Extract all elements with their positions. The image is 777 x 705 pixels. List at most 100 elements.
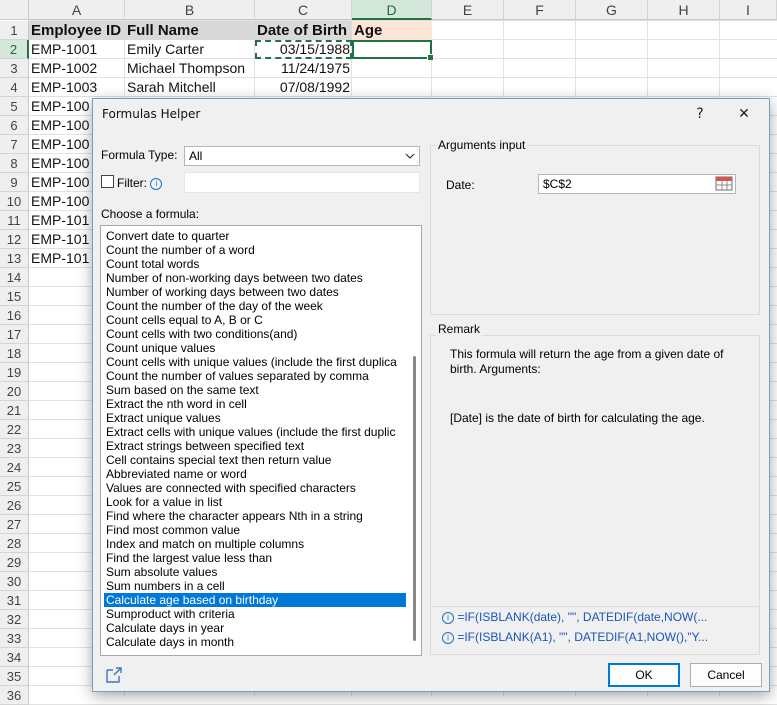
external-link-icon[interactable] (104, 665, 124, 685)
row-header-11[interactable]: 11 (0, 211, 29, 230)
row-header-19[interactable]: 19 (0, 363, 29, 382)
scrollbar-thumb[interactable] (413, 356, 416, 641)
formula-list-item[interactable]: Number of non-working days between two d… (104, 271, 406, 285)
column-header-a[interactable]: A (29, 0, 125, 20)
formula-list-item[interactable]: Count the number of a word (104, 243, 406, 257)
formula-list-item[interactable]: Sum absolute values (104, 565, 406, 579)
filter-input[interactable] (184, 172, 420, 193)
row-header-16[interactable]: 16 (0, 306, 29, 325)
employee-id-cell[interactable]: EMP-1003 (29, 78, 125, 97)
formula-list-item[interactable]: Extract strings between specified text (104, 439, 406, 453)
formula-list-item[interactable]: Sumproduct with criteria (104, 607, 406, 621)
formula-list-item[interactable]: Extract cells with unique values (includ… (104, 425, 406, 439)
row-header-23[interactable]: 23 (0, 439, 29, 458)
formula-list-item[interactable]: Look for a value in list (104, 495, 406, 509)
listbox-scrollbar[interactable] (408, 226, 421, 655)
date-argument-input[interactable]: $C$2 (538, 174, 736, 194)
row-header-18[interactable]: 18 (0, 344, 29, 363)
formula-list-item[interactable]: Count cells with two conditions(and) (104, 327, 406, 341)
cell-b1[interactable]: Full Name (125, 21, 255, 40)
column-header-e[interactable]: E (432, 0, 504, 20)
formula-list-item[interactable]: Count cells equal to A, B or C (104, 313, 406, 327)
cancel-button[interactable]: Cancel (690, 663, 762, 687)
formula-list-item[interactable]: Sum numbers in a cell (104, 579, 406, 593)
employee-id-cell[interactable]: EMP-1001 (29, 40, 125, 59)
help-button[interactable]: ? (686, 103, 714, 125)
formula-list-item[interactable]: Extract unique values (104, 411, 406, 425)
row-header-34[interactable]: 34 (0, 648, 29, 667)
range-select-icon[interactable] (715, 176, 733, 191)
formula-type-dropdown[interactable]: All (184, 146, 420, 166)
formula-list-item[interactable]: Count the number of values separated by … (104, 369, 406, 383)
row-header-32[interactable]: 32 (0, 610, 29, 629)
row-header-13[interactable]: 13 (0, 249, 29, 268)
formula-list-item[interactable]: Cell contains special text then return v… (104, 453, 406, 467)
row-header-8[interactable]: 8 (0, 154, 29, 173)
cell-c1[interactable]: Date of Birth (255, 21, 352, 40)
row-header-17[interactable]: 17 (0, 325, 29, 344)
formula-list-item[interactable]: Values are connected with specified char… (104, 481, 406, 495)
info-icon[interactable]: i (150, 177, 163, 190)
row-header-4[interactable]: 4 (0, 78, 29, 97)
formula-list-item[interactable]: Abbreviated name or word (104, 467, 406, 481)
dialog-titlebar[interactable]: Formulas Helper ? ✕ (93, 99, 769, 129)
column-header-f[interactable]: F (504, 0, 576, 20)
employee-id-cell[interactable]: EMP-1002 (29, 59, 125, 78)
row-header-22[interactable]: 22 (0, 420, 29, 439)
close-button[interactable]: ✕ (730, 103, 758, 125)
column-header-h[interactable]: H (648, 0, 720, 20)
row-header-31[interactable]: 31 (0, 591, 29, 610)
formula-list-item[interactable]: Index and match on multiple columns (104, 537, 406, 551)
formula-list-item[interactable]: Find the largest value less than (104, 551, 406, 565)
formula-list-item[interactable]: Count total words (104, 257, 406, 271)
formula-list-item[interactable]: Extract the nth word in cell (104, 397, 406, 411)
row-header-10[interactable]: 10 (0, 192, 29, 211)
formula-list-item[interactable]: Sum based on the same text (104, 383, 406, 397)
row-header-5[interactable]: 5 (0, 97, 29, 116)
cell-a1[interactable]: Employee ID (29, 21, 125, 40)
row-header-15[interactable]: 15 (0, 287, 29, 306)
row-header-26[interactable]: 26 (0, 496, 29, 515)
formula-example-1[interactable]: i =IF(ISBLANK(date), "", DATEDIF(date,NO… (442, 610, 747, 624)
full-name-cell[interactable]: Sarah Mitchell (125, 78, 255, 97)
row-header-1[interactable]: 1 (0, 21, 29, 40)
row-header-6[interactable]: 6 (0, 116, 29, 135)
formula-list-item-selected[interactable]: Calculate age based on birthday (104, 593, 406, 607)
row-header-25[interactable]: 25 (0, 477, 29, 496)
row-header-12[interactable]: 12 (0, 230, 29, 249)
row-header-30[interactable]: 30 (0, 572, 29, 591)
date-of-birth-cell[interactable]: 07/08/1992 (255, 78, 352, 97)
formula-listbox[interactable]: Convert date to quarter Count the number … (100, 225, 422, 656)
row-header-29[interactable]: 29 (0, 553, 29, 572)
cell-d1[interactable]: Age (352, 21, 432, 40)
column-header-d[interactable]: D (352, 0, 432, 20)
formula-list-item[interactable]: Find where the character appears Nth in … (104, 509, 406, 523)
column-header-i[interactable]: I (720, 0, 777, 20)
row-header-24[interactable]: 24 (0, 458, 29, 477)
formula-list-item[interactable]: Calculate days in year (104, 621, 406, 635)
column-header-c[interactable]: C (255, 0, 352, 20)
row-header-35[interactable]: 35 (0, 667, 29, 686)
column-header-b[interactable]: B (125, 0, 255, 20)
row-header-3[interactable]: 3 (0, 59, 29, 78)
select-all-corner[interactable] (0, 0, 29, 20)
row-header-7[interactable]: 7 (0, 135, 29, 154)
full-name-cell[interactable]: Emily Carter (125, 40, 255, 59)
row-header-27[interactable]: 27 (0, 515, 29, 534)
row-header-33[interactable]: 33 (0, 629, 29, 648)
formula-list-item[interactable]: Count unique values (104, 341, 406, 355)
date-of-birth-cell[interactable]: 11/24/1975 (255, 59, 352, 78)
filter-checkbox[interactable] (101, 175, 114, 188)
formula-example-2[interactable]: i =IF(ISBLANK(A1), "", DATEDIF(A1,NOW(),… (442, 630, 747, 644)
row-header-21[interactable]: 21 (0, 401, 29, 420)
formula-list-item[interactable]: Count cells with unique values (include … (104, 355, 406, 369)
row-header-9[interactable]: 9 (0, 173, 29, 192)
full-name-cell[interactable]: Michael Thompson (125, 59, 255, 78)
formula-list-item[interactable]: Convert date to quarter (104, 229, 406, 243)
column-header-g[interactable]: G (576, 0, 648, 20)
ok-button[interactable]: OK (608, 663, 680, 687)
formula-list-item[interactable]: Calculate days in month (104, 635, 406, 649)
formula-list-item[interactable]: Find most common value (104, 523, 406, 537)
row-header-28[interactable]: 28 (0, 534, 29, 553)
row-header-2[interactable]: 2 (0, 40, 29, 59)
